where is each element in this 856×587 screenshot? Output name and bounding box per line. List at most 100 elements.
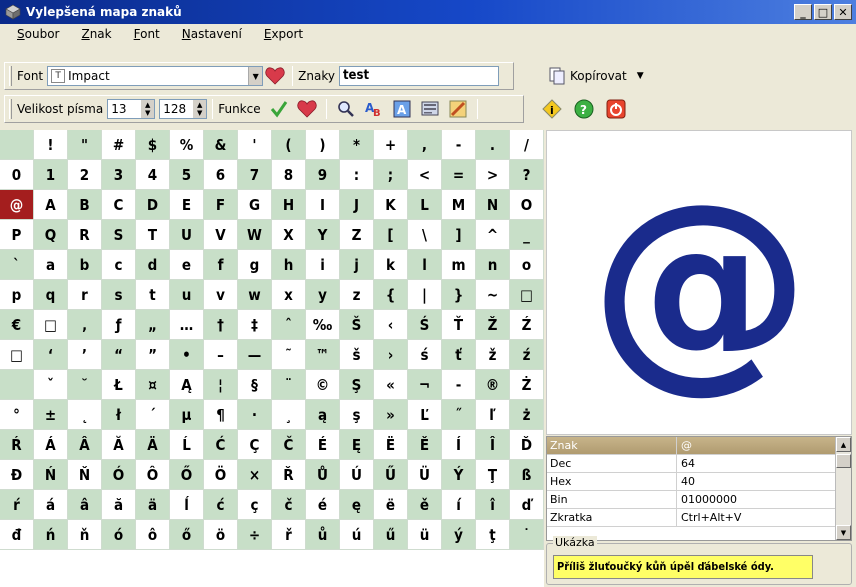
char-cell[interactable]: &: [204, 130, 238, 160]
char-cell[interactable]: Ö: [204, 460, 238, 490]
char-cell[interactable]: [0, 130, 34, 160]
char-cell[interactable]: j: [340, 250, 374, 280]
char-cell[interactable]: ×: [238, 460, 272, 490]
info-scrollbar[interactable]: ▲ ▼: [835, 437, 851, 540]
char-cell[interactable]: /: [510, 130, 544, 160]
char-cell[interactable]: ’: [68, 340, 102, 370]
char-cell[interactable]: d: [136, 250, 170, 280]
char-cell[interactable]: P: [0, 220, 34, 250]
char-cell[interactable]: ô: [136, 520, 170, 550]
char-cell[interactable]: ß: [510, 460, 544, 490]
toolbar-grip[interactable]: [9, 66, 12, 86]
char-cell[interactable]: č: [272, 490, 306, 520]
char-cell[interactable]: ¶: [204, 400, 238, 430]
char-cell[interactable]: \: [408, 220, 442, 250]
char-cell[interactable]: m: [442, 250, 476, 280]
char-cell[interactable]: ů: [306, 520, 340, 550]
char-cell[interactable]: Ă: [102, 430, 136, 460]
char-cell[interactable]: ”: [136, 340, 170, 370]
char-cell[interactable]: [: [374, 220, 408, 250]
char-cell[interactable]: ,: [408, 130, 442, 160]
char-cell[interactable]: e: [170, 250, 204, 280]
char-cell[interactable]: 8: [272, 160, 306, 190]
char-cell[interactable]: ?: [510, 160, 544, 190]
char-cell[interactable]: ţ: [476, 520, 510, 550]
char-cell[interactable]: C: [102, 190, 136, 220]
char-cell[interactable]: é: [306, 490, 340, 520]
char-cell[interactable]: r: [68, 280, 102, 310]
char-cell[interactable]: Ł: [102, 370, 136, 400]
char-cell[interactable]: Ż: [510, 370, 544, 400]
toolbar-grip[interactable]: [9, 99, 12, 119]
char-cell[interactable]: §: [238, 370, 272, 400]
char-cell[interactable]: ¦: [204, 370, 238, 400]
char-cell[interactable]: W: [238, 220, 272, 250]
char-cell[interactable]: ę: [340, 490, 374, 520]
char-cell[interactable]: ¨: [272, 370, 306, 400]
scroll-down-icon[interactable]: ▼: [836, 525, 851, 540]
char-cell[interactable]: Ś: [408, 310, 442, 340]
char-cell[interactable]: 6: [204, 160, 238, 190]
char-cell[interactable]: â: [68, 490, 102, 520]
char-cell[interactable]: Y: [306, 220, 340, 250]
char-cell[interactable]: ¸: [272, 400, 306, 430]
char-cell[interactable]: V: [204, 220, 238, 250]
char-cell[interactable]: á: [34, 490, 68, 520]
keyboard-icon[interactable]: [419, 98, 441, 120]
spellcheck-icon[interactable]: AB: [363, 98, 385, 120]
char-cell[interactable]: ř: [272, 520, 306, 550]
char-cell[interactable]: Ŕ: [0, 430, 34, 460]
char-cell[interactable]: -: [442, 370, 476, 400]
char-cell[interactable]: Ě: [408, 430, 442, 460]
char-cell[interactable]: S: [102, 220, 136, 250]
char-cell[interactable]: [0, 370, 34, 400]
char-cell[interactable]: ă: [102, 490, 136, 520]
char-cell[interactable]: Ů: [306, 460, 340, 490]
char-cell[interactable]: “: [102, 340, 136, 370]
scroll-up-icon[interactable]: ▲: [836, 437, 851, 452]
char-cell[interactable]: ˜: [272, 340, 306, 370]
char-cell[interactable]: ®: [476, 370, 510, 400]
char-cell[interactable]: ű: [374, 520, 408, 550]
char-cell[interactable]: q: [34, 280, 68, 310]
char-cell[interactable]: N: [476, 190, 510, 220]
char-cell[interactable]: Ţ: [476, 460, 510, 490]
char-cell[interactable]: š: [340, 340, 374, 370]
char-cell[interactable]: Ž: [476, 310, 510, 340]
char-cell[interactable]: ): [306, 130, 340, 160]
char-cell[interactable]: Î: [476, 430, 510, 460]
char-cell[interactable]: l: [408, 250, 442, 280]
char-cell[interactable]: ĺ: [170, 490, 204, 520]
char-cell[interactable]: ž: [476, 340, 510, 370]
char-cell[interactable]: E: [170, 190, 204, 220]
char-cell[interactable]: =: [442, 160, 476, 190]
char-cell[interactable]: a: [34, 250, 68, 280]
char-cell[interactable]: Š: [340, 310, 374, 340]
font-size-spinner[interactable]: 13 ▲ ▼: [107, 99, 156, 119]
checkmark-icon[interactable]: [268, 98, 290, 120]
char-cell[interactable]: .: [476, 130, 510, 160]
power-icon[interactable]: [605, 98, 627, 120]
char-cell[interactable]: ě: [408, 490, 442, 520]
menu-font[interactable]: Font: [123, 27, 171, 41]
char-cell[interactable]: #: [102, 130, 136, 160]
char-cell[interactable]: Â: [68, 430, 102, 460]
char-cell[interactable]: ő: [170, 520, 204, 550]
char-cell[interactable]: 1: [34, 160, 68, 190]
char-cell[interactable]: :: [340, 160, 374, 190]
char-cell[interactable]: !: [34, 130, 68, 160]
char-cell[interactable]: I: [306, 190, 340, 220]
char-cell[interactable]: c: [102, 250, 136, 280]
copy-button[interactable]: Kopírovat ▼: [548, 67, 644, 85]
char-cell[interactable]: Ź: [510, 310, 544, 340]
char-cell[interactable]: †: [204, 310, 238, 340]
char-cell[interactable]: •: [170, 340, 204, 370]
char-cell[interactable]: ü: [408, 520, 442, 550]
char-cell[interactable]: 0: [0, 160, 34, 190]
char-cell[interactable]: B: [68, 190, 102, 220]
close-button[interactable]: ✕: [834, 4, 852, 20]
char-cell[interactable]: {: [374, 280, 408, 310]
char-cell[interactable]: Ä: [136, 430, 170, 460]
menu-nastaveni[interactable]: Nastavení: [171, 27, 253, 41]
char-cell[interactable]: M: [442, 190, 476, 220]
